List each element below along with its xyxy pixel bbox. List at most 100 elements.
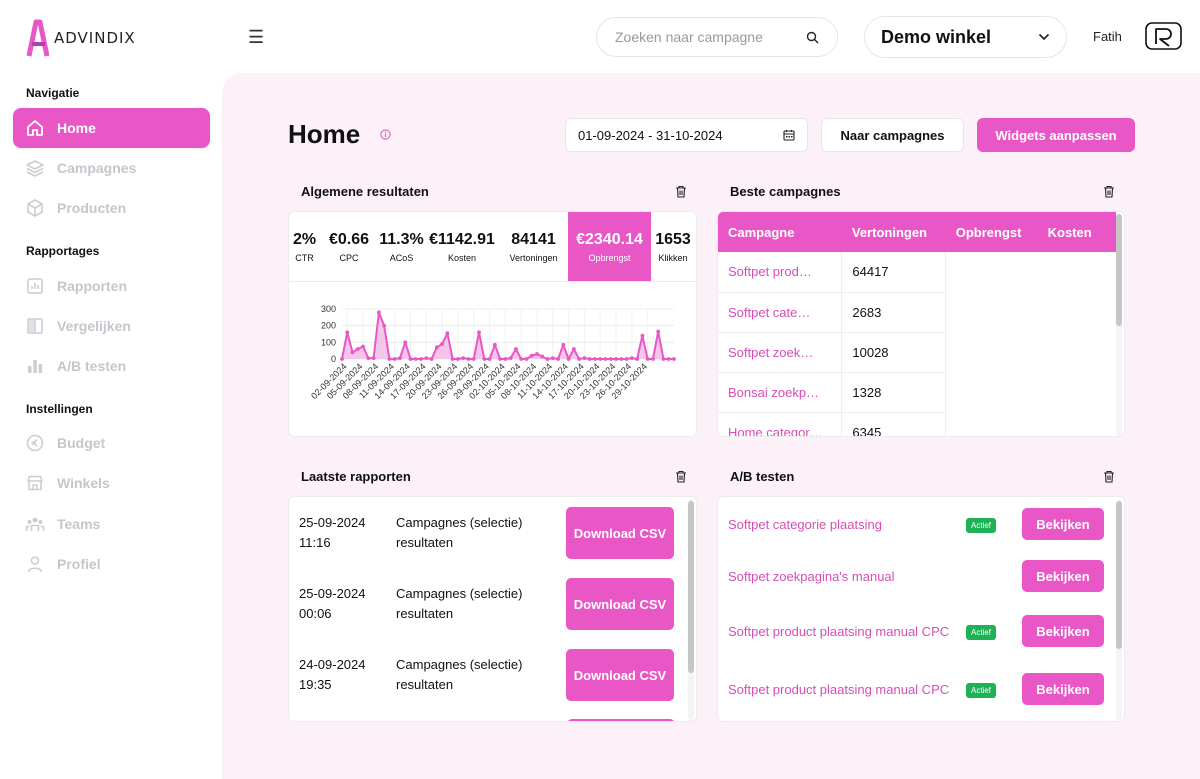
nav-section-instellingen: Instellingen: [26, 402, 93, 416]
chart-point: [529, 353, 534, 358]
scrollbar[interactable]: [1116, 214, 1122, 436]
stat-ctr[interactable]: 2% CTR: [289, 212, 320, 281]
campaign-name-link[interactable]: Softpet prod…: [718, 252, 843, 293]
table-header-row: Campagne Vertoningen Opbrengst Kosten: [718, 212, 1116, 252]
ab-tests-card: Softpet categorie plaatsing Actief Bekij…: [717, 496, 1125, 722]
chart-point: [619, 357, 624, 361]
ab-test-name-link[interactable]: Softpet product plaatsing manual CPC: [728, 622, 966, 641]
chart-point: [545, 357, 550, 361]
column-header-campagne[interactable]: Campagne: [718, 212, 842, 252]
column-header-opbrengst[interactable]: Opbrengst: [945, 212, 1038, 252]
user-name[interactable]: Fatih: [1093, 29, 1122, 44]
download-csv-button-partial[interactable]: [567, 719, 675, 721]
sidebar-item-budget[interactable]: Budget: [13, 423, 210, 463]
chart-point: [624, 357, 629, 361]
chart-point: [645, 357, 650, 361]
chart-point: [603, 357, 608, 361]
brand-logo[interactable]: ADVINDIX: [26, 18, 136, 58]
to-campaigns-button[interactable]: Naar campagnes: [821, 118, 964, 152]
chart-point: [413, 357, 418, 361]
download-csv-button[interactable]: Download CSV: [566, 507, 674, 559]
stat-kosten[interactable]: €1142.91 Kosten: [425, 212, 499, 281]
report-datetime: 25-09-2024 00:06: [299, 584, 396, 624]
sidebar-item-producten[interactable]: Producten: [13, 188, 210, 228]
view-button[interactable]: Bekijken: [1022, 673, 1104, 705]
stat-vertoningen[interactable]: 84141 Vertoningen: [499, 212, 568, 281]
column-header-kosten[interactable]: Kosten: [1037, 212, 1116, 252]
layers-icon: [26, 160, 44, 177]
stat-acos[interactable]: 11.3% ACoS: [378, 212, 425, 281]
report-item: 25-09-2024 00:06 Campagnes (selectie) re…: [299, 577, 679, 631]
stat-klikken[interactable]: 1653 Klikken: [651, 212, 695, 281]
stat-label: Opbrengst: [588, 252, 631, 263]
table-row: Softpet zoek… 10028: [718, 332, 1116, 373]
sidebar-item-ab-testen[interactable]: A/B testen: [13, 346, 210, 386]
scrollbar[interactable]: [688, 499, 694, 721]
report-datetime: 25-09-2024 11:16: [299, 513, 396, 553]
scrollbar[interactable]: [1116, 499, 1122, 721]
chart-point: [461, 356, 466, 361]
sidebar-item-teams[interactable]: Teams: [13, 504, 210, 544]
stat-value: €1142.91: [429, 230, 495, 248]
customize-widgets-button[interactable]: Widgets aanpassen: [977, 118, 1135, 152]
ab-test-item: Softpet zoekpagina's manual Bekijken: [728, 560, 1108, 592]
trash-icon[interactable]: [675, 185, 687, 198]
report-time: 19:35: [299, 677, 332, 692]
sidebar-item-campagnes[interactable]: Campagnes: [13, 148, 210, 188]
badge-slot: Actief: [966, 622, 1022, 640]
download-csv-button[interactable]: Download CSV: [566, 649, 674, 701]
user-avatar-icon[interactable]: [1145, 22, 1182, 50]
ab-test-name-link[interactable]: Softpet product plaatsing manual CPC: [728, 680, 966, 699]
chevron-down-icon: [1038, 33, 1050, 41]
status-badge: Actief: [966, 625, 997, 640]
date-range-picker[interactable]: 01-09-2024 - 31-10-2024: [565, 118, 808, 152]
stat-cpc[interactable]: €0.66 CPC: [320, 212, 378, 281]
report-time: 00:06: [299, 606, 332, 621]
stat-label: CTR: [295, 252, 314, 263]
search-icon[interactable]: [806, 31, 819, 44]
sidebar-item-home[interactable]: Home: [13, 108, 210, 148]
campaign-name-link[interactable]: Softpet zoek…: [718, 332, 843, 373]
best-campaigns-title: Beste campagnes: [730, 184, 841, 199]
ab-test-name-link[interactable]: Softpet zoekpagina's manual: [728, 567, 966, 586]
view-button[interactable]: Bekijken: [1022, 560, 1104, 592]
chart-point: [387, 357, 392, 361]
search-input[interactable]: Zoeken naar campagne: [596, 17, 838, 57]
ab-test-name-link[interactable]: Softpet categorie plaatsing: [728, 515, 966, 534]
sidebar-item-label: Budget: [57, 435, 106, 451]
table-row: Bonsai zoekp… 1328: [718, 372, 1116, 413]
view-button[interactable]: Bekijken: [1022, 615, 1104, 647]
info-icon[interactable]: [380, 129, 391, 140]
scrollbar-thumb[interactable]: [1116, 214, 1122, 326]
report-item: 25-09-2024 11:16 Campagnes (selectie) re…: [299, 506, 679, 560]
campaign-name-link[interactable]: Home categor…: [718, 412, 843, 436]
view-button[interactable]: Bekijken: [1022, 508, 1104, 540]
column-header-vertoningen[interactable]: Vertoningen: [841, 212, 946, 252]
trash-icon[interactable]: [675, 470, 687, 483]
trash-icon[interactable]: [1103, 185, 1115, 198]
scrollbar-thumb[interactable]: [688, 501, 694, 673]
hamburger-menu-icon[interactable]: ☰: [248, 27, 264, 48]
sidebar-item-winkels[interactable]: Winkels: [13, 463, 210, 503]
chart-point: [482, 357, 487, 361]
chart-point: [640, 333, 645, 338]
stat-opbrengst[interactable]: €2340.14 Opbrengst: [568, 212, 651, 281]
compare-icon: [27, 318, 43, 334]
stat-label: Vertoningen: [509, 252, 558, 263]
home-icon: [27, 120, 43, 136]
scrollbar-thumb[interactable]: [1116, 501, 1122, 649]
report-icon: [27, 278, 43, 294]
trash-icon[interactable]: [1103, 470, 1115, 483]
sidebar-item-rapporten[interactable]: Rapporten: [13, 266, 210, 306]
chart-point: [429, 357, 434, 361]
sidebar-item-profiel[interactable]: Profiel: [13, 544, 210, 584]
campaign-impressions: 10028: [841, 332, 947, 373]
store-select[interactable]: Demo winkel: [864, 16, 1067, 58]
calendar-icon: [783, 130, 795, 141]
campaign-name-link[interactable]: Softpet cate…: [718, 292, 843, 333]
campaign-name-link[interactable]: Bonsai zoekp…: [718, 372, 843, 413]
campaigns-table: Campagne Vertoningen Opbrengst Kosten So…: [718, 212, 1116, 436]
revenue-chart: 010020030002-09-202405-09-202408-09-2024…: [309, 304, 676, 401]
download-csv-button[interactable]: Download CSV: [566, 578, 674, 630]
sidebar-item-vergelijken[interactable]: Vergelijken: [13, 306, 210, 346]
